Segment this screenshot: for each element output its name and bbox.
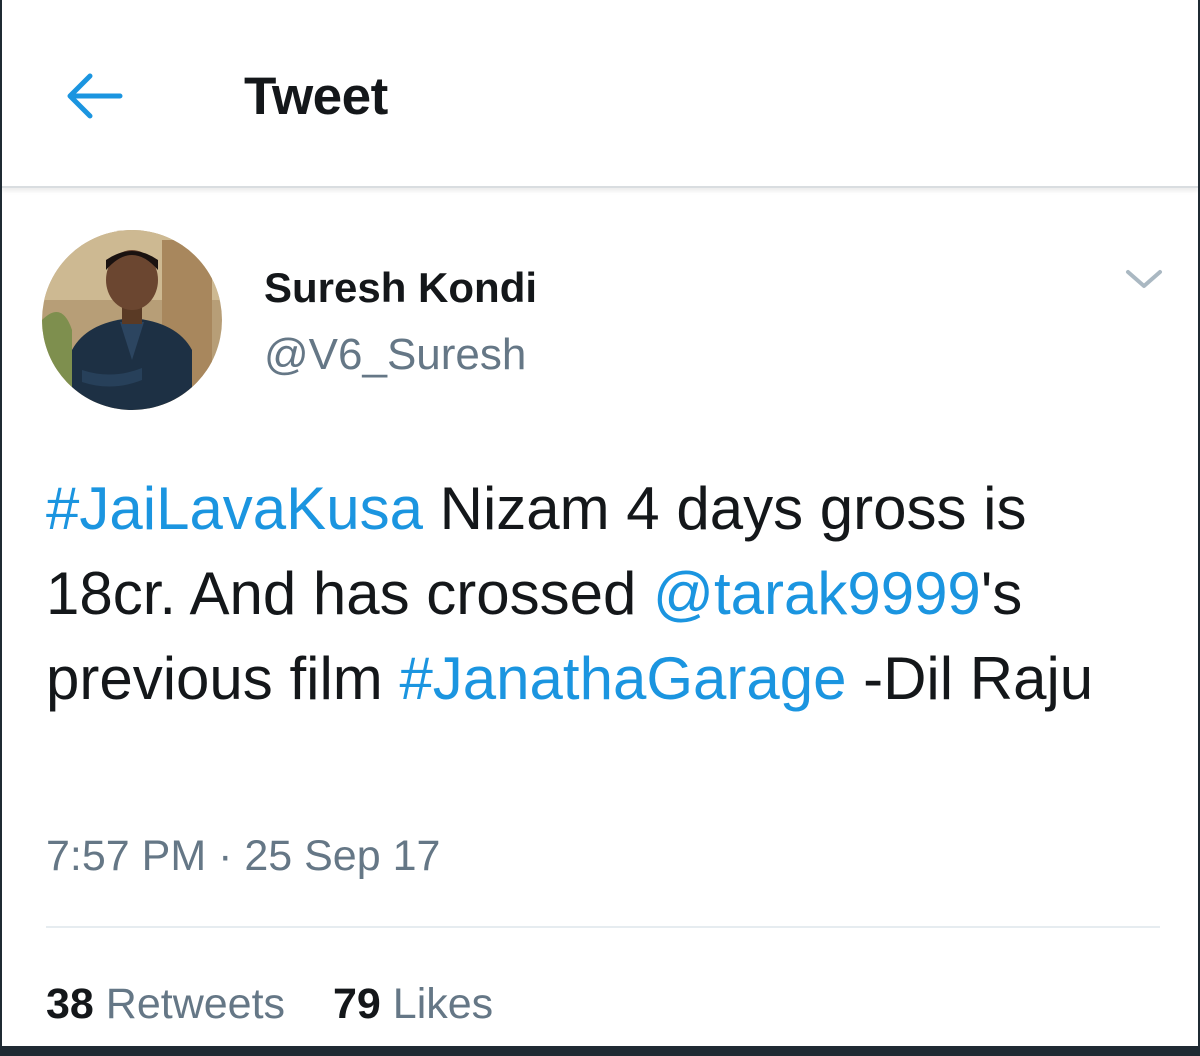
tweet-text: #JaiLavaKusa Nizam 4 days gross is 18cr.… xyxy=(46,466,1166,721)
page-title: Tweet xyxy=(244,67,388,126)
retweets-label: Retweets xyxy=(105,980,286,1028)
mention-link[interactable]: @tarak9999 xyxy=(653,560,981,627)
avatar[interactable] xyxy=(42,230,222,410)
likes-stat[interactable]: 79 Likes xyxy=(333,980,493,1028)
divider xyxy=(46,926,1160,928)
hashtag-link[interactable]: #JaiLavaKusa xyxy=(46,475,423,542)
author-display-name[interactable]: Suresh Kondi xyxy=(264,264,537,312)
arrow-left-icon xyxy=(58,64,128,128)
top-app-bar: Tweet xyxy=(2,0,1198,188)
tweet-timestamp[interactable]: 7:57 PM · 25 Sep 17 xyxy=(46,832,440,881)
likes-label: Likes xyxy=(392,980,494,1028)
likes-count: 79 xyxy=(333,980,381,1028)
back-button[interactable] xyxy=(58,64,128,128)
chevron-down-icon xyxy=(1120,270,1168,302)
more-options-button[interactable] xyxy=(1120,262,1168,298)
retweets-stat[interactable]: 38 Retweets xyxy=(46,980,285,1028)
hashtag-link[interactable]: #JanathaGarage xyxy=(399,645,846,712)
tweet-detail-screen: Tweet Suresh Kondi @V6_Suresh #JaiLavaKu… xyxy=(2,0,1198,1046)
tweet-stats: 38 Retweets 79 Likes xyxy=(46,980,529,1029)
tweet-text-segment: -Dil Raju xyxy=(846,645,1094,712)
retweets-count: 38 xyxy=(46,980,94,1028)
author-handle[interactable]: @V6_Suresh xyxy=(264,330,526,380)
